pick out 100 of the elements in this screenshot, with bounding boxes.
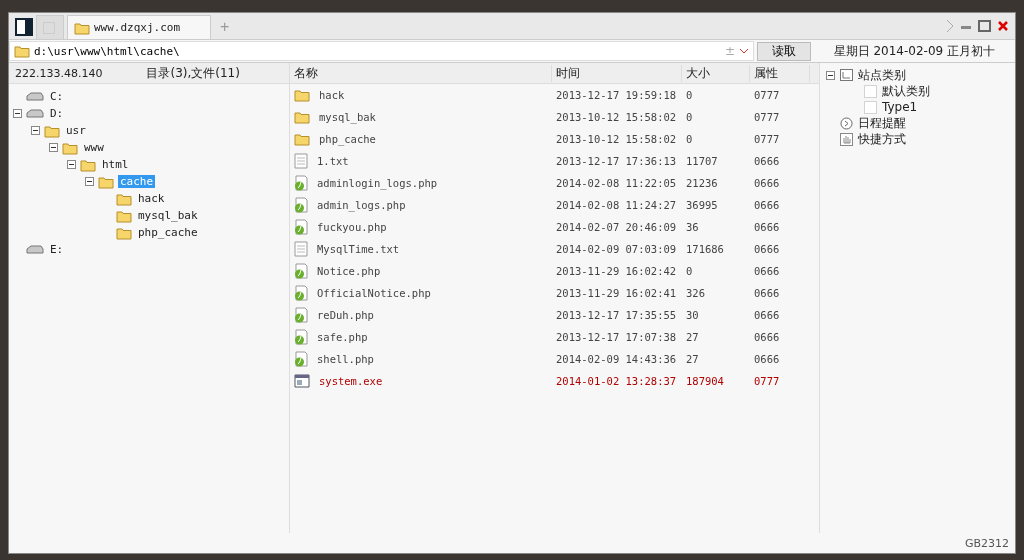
collapse-toggle[interactable] <box>49 143 58 152</box>
date-text: 星期日 2014-02-09 正月初十 <box>833 42 995 60</box>
table-cell-text: 2014-02-09 07:03:09 <box>555 243 678 255</box>
table-cell-text: 2014-02-08 11:24:27 <box>555 199 678 211</box>
table-cell-text: 0666 <box>753 265 781 277</box>
php-file-icon <box>294 285 308 301</box>
file-name[interactable]: hack <box>315 89 345 101</box>
php-file-icon <box>294 197 308 213</box>
table-cell-text: 27 <box>685 353 700 365</box>
php-file-icon <box>294 307 308 323</box>
php-file-icon <box>294 219 308 235</box>
file-name[interactable]: admin_logs.php <box>313 199 406 211</box>
folder-icon <box>62 140 78 155</box>
dropdown-caret-icon[interactable] <box>739 47 749 55</box>
table-cell-text: 36995 <box>685 199 719 211</box>
tree-item[interactable]: D: <box>48 107 66 120</box>
drive-icon <box>26 244 44 255</box>
item-icon <box>864 84 877 98</box>
php-file-icon <box>294 263 308 279</box>
tree-item[interactable]: C: <box>48 90 66 103</box>
table-cell-text: 2013-12-17 19:59:18 <box>555 89 678 101</box>
encoding-label: GB2312 <box>964 536 1009 550</box>
folder-icon <box>294 132 310 146</box>
php-file-icon <box>294 329 308 345</box>
column-header[interactable]: 属性 <box>750 64 810 82</box>
folder-icon <box>98 174 114 189</box>
table-cell-text: 11707 <box>685 155 719 167</box>
table-cell-text: 27 <box>685 331 700 343</box>
file-name[interactable]: MysqlTime.txt <box>313 243 400 255</box>
table-cell-text: 0666 <box>753 287 781 299</box>
table-cell-text: 0777 <box>753 89 781 101</box>
table-cell-text: 171686 <box>685 243 725 255</box>
table-cell-text: 2014-01-02 13:28:37 <box>555 375 678 387</box>
tree-item[interactable]: www <box>82 141 106 154</box>
table-cell-text: 2013-12-17 17:36:13 <box>555 155 678 167</box>
php-file-icon <box>294 351 308 367</box>
maximize-icon[interactable] <box>978 20 991 32</box>
file-name[interactable]: adminlogin_logs.php <box>313 177 438 189</box>
column-header[interactable]: 名称 <box>290 64 552 82</box>
table-cell-text: 2013-11-29 16:02:42 <box>555 265 678 277</box>
category-icon <box>840 69 853 81</box>
table-cell-text: 0666 <box>753 221 781 233</box>
sidebar-toggle-icon[interactable] <box>15 18 33 36</box>
tree-item[interactable]: hack <box>136 192 167 205</box>
table-cell-text: 21236 <box>685 177 719 189</box>
file-name[interactable]: php_cache <box>315 133 376 145</box>
table-cell-text: 187904 <box>685 375 725 387</box>
table-cell-text: 2013-10-12 15:58:02 <box>555 133 678 145</box>
table-cell-text: 2014-02-08 11:22:05 <box>555 177 678 189</box>
column-header[interactable]: 大小 <box>682 64 750 82</box>
collapse-toggle[interactable] <box>826 70 835 80</box>
tree-item[interactable]: 站点类别 <box>858 66 906 84</box>
ip-address: 222.133.48.140 <box>15 66 103 80</box>
file-name[interactable]: fuckyou.php <box>313 221 387 233</box>
table-cell-text: 0777 <box>753 111 781 123</box>
file-name[interactable]: mysql_bak <box>315 111 376 123</box>
file-name[interactable]: safe.php <box>313 331 368 343</box>
file-name[interactable]: system.exe <box>315 375 383 387</box>
table-cell-text: 2013-12-17 17:07:38 <box>555 331 678 343</box>
collapse-toggle[interactable] <box>13 109 22 118</box>
tree-item[interactable]: E: <box>48 243 66 256</box>
tab[interactable]: www.dzqxj.com <box>67 15 211 39</box>
table-cell-text: 0666 <box>753 243 781 255</box>
drive-icon <box>26 91 44 102</box>
table-cell-text: 0666 <box>753 353 781 365</box>
table-cell-text: 0666 <box>753 199 781 211</box>
tree-item[interactable]: mysql_bak <box>136 209 200 222</box>
collapse-toggle[interactable] <box>85 177 94 186</box>
table-cell-text: 0 <box>685 89 694 101</box>
tree-item[interactable]: html <box>100 158 131 171</box>
folder-icon <box>80 157 96 172</box>
file-name[interactable]: reDuh.php <box>313 309 374 321</box>
column-header[interactable]: 时间 <box>552 64 682 82</box>
table-cell-text: 2014-02-09 14:43:36 <box>555 353 678 365</box>
php-file-icon <box>294 175 308 191</box>
tree-item[interactable]: usr <box>64 124 88 137</box>
file-name[interactable]: Notice.php <box>313 265 381 277</box>
file-name[interactable]: 1.txt <box>313 155 349 167</box>
tree-item[interactable]: 默认类别 <box>882 82 930 100</box>
file-name[interactable]: OfficialNotice.php <box>313 287 431 299</box>
tree-item[interactable]: php_cache <box>136 226 200 239</box>
table-cell-text: 0 <box>685 265 694 277</box>
folder-icon <box>116 191 132 206</box>
tree-item[interactable]: 快捷方式 <box>858 130 906 148</box>
table-cell-text: 0777 <box>753 133 781 145</box>
collapse-toggle[interactable] <box>67 160 76 169</box>
text-file-icon <box>294 241 308 257</box>
read-button[interactable]: 读取 <box>757 41 811 61</box>
close-icon[interactable] <box>997 20 1009 32</box>
folder-icon <box>116 208 132 223</box>
tree-item[interactable]: 日程提醒 <box>858 114 906 132</box>
collapse-toggle[interactable] <box>31 126 40 135</box>
text-file-icon <box>294 153 308 169</box>
play-icon <box>840 116 853 130</box>
file-name[interactable]: shell.php <box>313 353 374 365</box>
table-cell-text: 0666 <box>753 331 781 343</box>
tree-item[interactable]: Type1 <box>882 100 918 114</box>
table-cell-text: 0666 <box>753 155 781 167</box>
path-field[interactable]: d:\usr\www\html\cache\ ± <box>9 41 754 61</box>
table-cell-text: 30 <box>685 309 700 321</box>
